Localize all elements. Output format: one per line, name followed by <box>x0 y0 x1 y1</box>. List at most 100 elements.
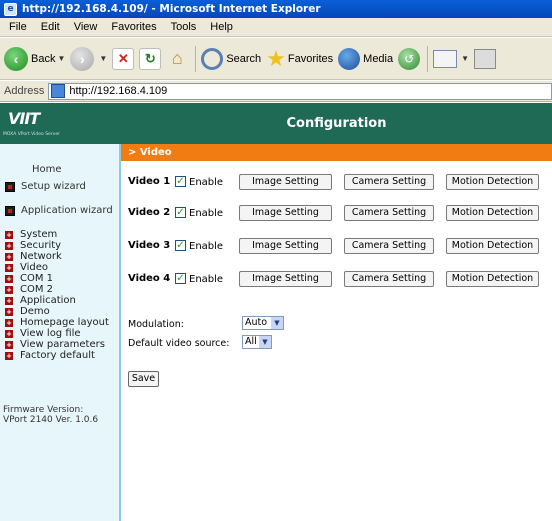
chevron-down-icon[interactable]: ▼ <box>99 54 107 63</box>
stop-button[interactable]: ✕ <box>112 47 135 70</box>
sidebar-item-application-wizard[interactable]: Application wizard <box>5 205 113 216</box>
motion-detection-button[interactable]: Motion Detection <box>446 271 539 287</box>
toolbar-separator <box>427 45 429 72</box>
wizard-icon <box>5 181 15 192</box>
ie-icon: e <box>4 2 17 16</box>
sidebar-item-label: Demo <box>20 306 50 317</box>
modulation-select[interactable]: Auto ▼ <box>242 316 284 330</box>
search-button[interactable]: Search <box>201 47 262 70</box>
video-row: Video 4 ✓ Enable Image Setting Camera Se… <box>121 271 552 287</box>
logo: VIIT <box>8 109 40 128</box>
sidebar-item-video[interactable]: + Video <box>5 262 48 273</box>
motion-detection-button[interactable]: Motion Detection <box>446 238 539 254</box>
sidebar-item-label: Security <box>20 240 62 251</box>
sidebar-item-demo[interactable]: + Demo <box>5 306 50 317</box>
enable-checkbox[interactable]: ✓ <box>175 176 186 187</box>
sidebar-item-factory-default[interactable]: + Factory default <box>5 350 95 361</box>
video-row: Video 1 ✓ Enable Image Setting Camera Se… <box>121 174 552 190</box>
section-title: > Video <box>128 147 172 158</box>
address-input[interactable]: http://192.168.4.109 <box>48 82 552 100</box>
print-button[interactable] <box>474 48 497 69</box>
menu-tools[interactable]: Tools <box>164 21 204 33</box>
video-label: Video 3 <box>128 240 171 251</box>
image-setting-button[interactable]: Image Setting <box>239 205 332 221</box>
search-label: Search <box>226 52 262 65</box>
back-button[interactable]: ‹ Back ▼ <box>4 46 65 71</box>
chevron-down-icon[interactable]: ▼ <box>461 54 469 63</box>
chevron-down-icon: ▼ <box>259 336 271 348</box>
menu-favorites[interactable]: Favorites <box>104 21 163 33</box>
camera-setting-button[interactable]: Camera Setting <box>344 174 434 190</box>
menu-view[interactable]: View <box>67 21 105 33</box>
sidebar-item-system[interactable]: + System <box>5 229 57 240</box>
mail-button[interactable]: ▼ <box>433 49 469 68</box>
page-title: Configuration <box>286 116 387 131</box>
page-header: Configuration <box>121 103 552 144</box>
camera-setting-button[interactable]: Camera Setting <box>344 271 434 287</box>
sidebar-item-application[interactable]: + Application <box>5 295 76 306</box>
plus-icon: + <box>5 263 13 272</box>
image-setting-button[interactable]: Image Setting <box>239 271 332 287</box>
camera-setting-button[interactable]: Camera Setting <box>344 238 434 254</box>
video-label: Video 1 <box>128 176 171 187</box>
sidebar-item-label: Homepage layout <box>20 317 109 328</box>
sidebar-item-home[interactable]: Home <box>32 164 62 175</box>
sidebar-item-setup-wizard[interactable]: Setup wizard <box>5 181 86 192</box>
sidebar-item-com2[interactable]: + COM 2 <box>5 284 53 295</box>
history-icon: ↺ <box>398 47 421 70</box>
modulation-label: Modulation: <box>128 319 184 330</box>
chevron-down-icon: ▼ <box>271 317 283 329</box>
plus-icon: + <box>5 351 13 360</box>
sidebar-item-label: COM 2 <box>20 284 54 295</box>
plus-icon: + <box>5 329 13 338</box>
media-label: Media <box>363 52 394 65</box>
refresh-button[interactable]: ↻ <box>139 47 162 70</box>
sidebar-item-com1[interactable]: + COM 1 <box>5 273 53 284</box>
page-icon <box>51 84 66 98</box>
default-source-select[interactable]: All ▼ <box>242 335 272 349</box>
menu-edit[interactable]: Edit <box>34 21 67 33</box>
address-label: Address <box>4 85 45 97</box>
sidebar-item-homepage-layout[interactable]: + Homepage layout <box>5 317 109 328</box>
plus-icon: + <box>5 318 13 327</box>
print-icon <box>474 48 497 69</box>
motion-detection-button[interactable]: Motion Detection <box>446 174 539 190</box>
chevron-down-icon[interactable]: ▼ <box>57 54 65 63</box>
menu-file[interactable]: File <box>2 21 34 33</box>
sidebar-item-label: COM 1 <box>20 273 54 284</box>
media-button[interactable]: Media <box>338 47 394 70</box>
sidebar-item-view-log-file[interactable]: + View log file <box>5 328 81 339</box>
logo-area: VIIT MOXA VPort Video Server <box>0 103 121 144</box>
enable-checkbox[interactable]: ✓ <box>175 207 186 218</box>
sidebar-item-view-parameters[interactable]: + View parameters <box>5 339 105 350</box>
toolbar: ‹ Back ▼ › ▼ ✕ ↻ ⌂ Search ★ Favorites Me… <box>0 38 552 80</box>
section-bar: > Video <box>121 144 552 161</box>
search-icon <box>201 47 224 70</box>
camera-setting-button[interactable]: Camera Setting <box>344 205 434 221</box>
history-button[interactable]: ↺ <box>398 47 421 70</box>
toolbar-separator <box>195 45 197 72</box>
image-setting-button[interactable]: Image Setting <box>239 174 332 190</box>
sidebar-item-security[interactable]: + Security <box>5 240 61 251</box>
forward-arrow-icon: › <box>70 46 95 71</box>
menu-help[interactable]: Help <box>203 21 240 33</box>
sidebar-item-network[interactable]: + Network <box>5 251 62 262</box>
sidebar-item-label: Video <box>20 262 49 273</box>
menu-bar: File Edit View Favorites Tools Help <box>0 18 552 37</box>
plus-icon: + <box>5 307 13 316</box>
home-button[interactable]: ⌂ <box>166 48 188 70</box>
refresh-icon: ↻ <box>139 47 162 70</box>
stop-icon: ✕ <box>112 47 135 70</box>
window-title-bar: e http://192.168.4.109/ - Microsoft Inte… <box>0 0 552 18</box>
favorites-button[interactable]: ★ Favorites <box>266 47 333 70</box>
enable-checkbox[interactable]: ✓ <box>175 240 186 251</box>
image-setting-button[interactable]: Image Setting <box>239 238 332 254</box>
sidebar: Home Setup wizard Application wizard + S… <box>0 144 121 521</box>
forward-button[interactable]: › ▼ <box>70 46 107 71</box>
motion-detection-button[interactable]: Motion Detection <box>446 205 539 221</box>
enable-checkbox[interactable]: ✓ <box>175 273 186 284</box>
logo-subtitle: MOXA VPort Video Server <box>3 132 60 137</box>
plus-icon: + <box>5 296 13 305</box>
save-button[interactable]: Save <box>128 371 159 387</box>
plus-icon: + <box>5 274 13 283</box>
